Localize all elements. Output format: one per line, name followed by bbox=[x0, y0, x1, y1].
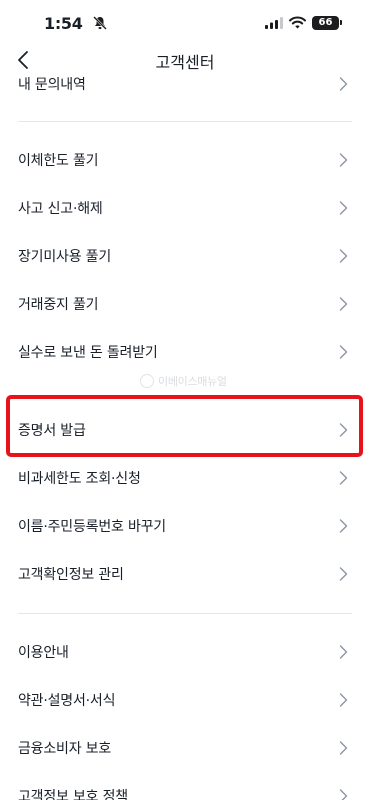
menu-item-incident-report[interactable]: 사고 신고·해제 bbox=[0, 188, 370, 228]
chevron-right-icon bbox=[339, 297, 348, 311]
menu-item-label: 고객정보 보호 정책 bbox=[18, 789, 128, 800]
menu-item-privacy-policy[interactable]: 고객정보 보호 정책 bbox=[0, 776, 370, 800]
menu-item-label: 이체한도 풀기 bbox=[18, 153, 99, 169]
menu-item-label: 비과세한도 조회·신청 bbox=[18, 471, 141, 487]
chevron-right-icon bbox=[339, 645, 348, 659]
chevron-right-icon bbox=[339, 567, 348, 581]
chevron-right-icon bbox=[339, 423, 348, 437]
chevron-right-icon bbox=[339, 201, 348, 215]
watermark-logo-icon bbox=[140, 374, 154, 388]
wifi-icon bbox=[289, 16, 306, 29]
section-divider bbox=[18, 613, 352, 614]
chevron-right-icon bbox=[339, 693, 348, 707]
battery-icon: 66 bbox=[312, 16, 339, 30]
status-time: 1:54 bbox=[44, 14, 83, 33]
chevron-right-icon bbox=[339, 77, 348, 91]
menu-item-dormant-unlock[interactable]: 장기미사용 풀기 bbox=[0, 236, 370, 276]
bell-slash-icon bbox=[93, 16, 107, 30]
chevron-right-icon bbox=[339, 153, 348, 167]
menu-item-label: 장기미사용 풀기 bbox=[18, 249, 112, 265]
menu-list[interactable]: 내 문의내역 이체한도 풀기 사고 신고·해제 장기미사용 풀기 거래중지 풀기… bbox=[0, 74, 370, 800]
menu-item-certificate-issuance[interactable]: 증명서 발급 bbox=[0, 410, 370, 450]
menu-item-tax-free-limit[interactable]: 비과세한도 조회·신청 bbox=[0, 458, 370, 498]
menu-item-change-name-id[interactable]: 이름·주민등록번호 바꾸기 bbox=[0, 506, 370, 546]
chevron-right-icon bbox=[339, 519, 348, 533]
chevron-right-icon bbox=[339, 471, 348, 485]
menu-item-terms-documents[interactable]: 약관·설명서·서식 bbox=[0, 680, 370, 720]
menu-item-consumer-protection[interactable]: 금융소비자 보호 bbox=[0, 728, 370, 768]
watermark: 이베이스매뉴얼 bbox=[140, 372, 227, 390]
battery-tip bbox=[340, 20, 342, 25]
menu-item-label: 고객확인정보 관리 bbox=[18, 567, 124, 583]
menu-item-label: 약관·설명서·서식 bbox=[18, 693, 116, 709]
cellular-signal-icon bbox=[265, 17, 283, 29]
menu-item-mistaken-transfer-refund[interactable]: 실수로 보낸 돈 돌려받기 bbox=[0, 332, 370, 372]
menu-item-transfer-limit[interactable]: 이체한도 풀기 bbox=[0, 140, 370, 180]
menu-item-label: 이름·주민등록번호 바꾸기 bbox=[18, 519, 166, 535]
menu-item-usage-guide[interactable]: 이용안내 bbox=[0, 632, 370, 672]
section-divider bbox=[18, 121, 352, 122]
menu-item-label: 금융소비자 보호 bbox=[18, 741, 112, 757]
menu-item-label: 이용안내 bbox=[18, 645, 69, 661]
menu-item-label: 증명서 발급 bbox=[18, 423, 86, 439]
status-bar: 1:54 66 bbox=[0, 0, 370, 46]
menu-item-transaction-suspension[interactable]: 거래중지 풀기 bbox=[0, 284, 370, 324]
menu-item-label: 실수로 보낸 돈 돌려받기 bbox=[18, 345, 158, 361]
menu-item-label: 거래중지 풀기 bbox=[18, 297, 99, 313]
menu-item-customer-info-management[interactable]: 고객확인정보 관리 bbox=[0, 554, 370, 594]
chevron-right-icon bbox=[339, 345, 348, 359]
menu-item-label: 사고 신고·해제 bbox=[18, 201, 103, 217]
menu-item-inquiry-history[interactable]: 내 문의내역 bbox=[0, 74, 370, 104]
chevron-right-icon bbox=[339, 249, 348, 263]
menu-item-label: 내 문의내역 bbox=[18, 77, 86, 93]
navigation-bar: 고객센터 bbox=[0, 46, 370, 74]
chevron-right-icon bbox=[339, 789, 348, 800]
page-title: 고객센터 bbox=[155, 53, 215, 72]
watermark-text: 이베이스매뉴얼 bbox=[158, 375, 227, 388]
chevron-right-icon bbox=[339, 741, 348, 755]
